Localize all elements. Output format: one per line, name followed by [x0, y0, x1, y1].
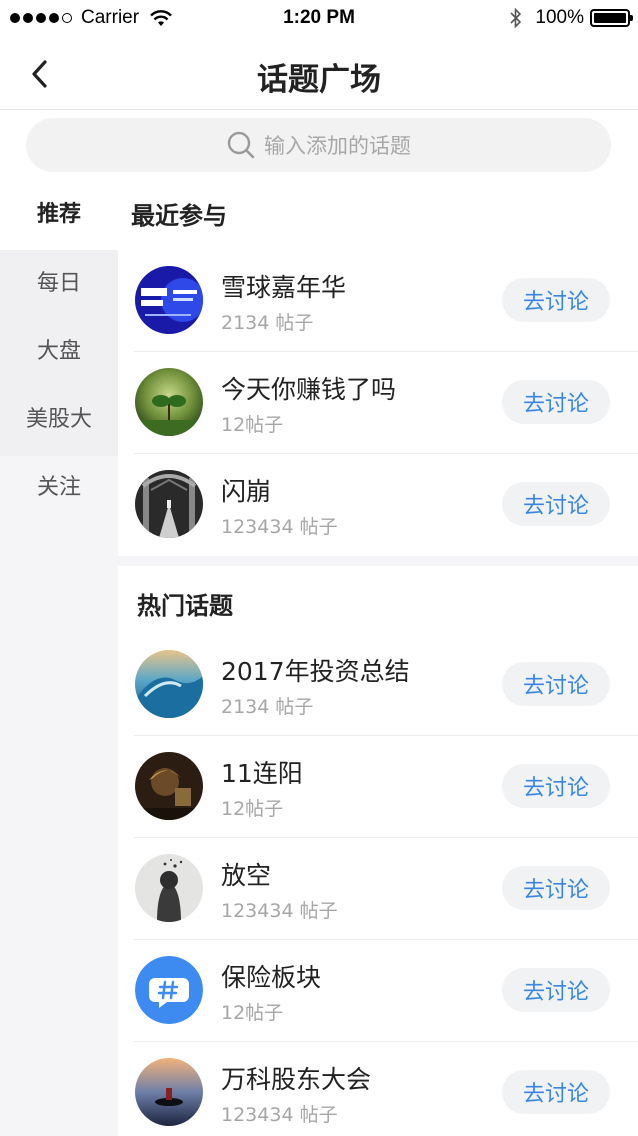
discuss-button[interactable]: 去讨论	[502, 968, 610, 1012]
page-title: 话题广场	[257, 62, 381, 98]
topic-title: 2017年投资总结	[221, 657, 410, 686]
discuss-button[interactable]: 去讨论	[502, 482, 610, 526]
section-divider	[118, 556, 638, 566]
discuss-button[interactable]: 去讨论	[502, 764, 610, 808]
topic-avatar	[135, 470, 203, 538]
topic-post-count: 123434 帖子	[221, 1104, 338, 1126]
topic-post-count: 12帖子	[221, 798, 284, 820]
topic-list: 最近参与 雪球嘉年华 2134 帖子 去讨论 今天你赚钱了吗 12帖子 去讨论 …	[118, 186, 638, 1136]
section-title-hot: 热门话题	[137, 592, 233, 620]
topic-title: 万科股东大会	[221, 1065, 372, 1094]
sidebar-item-us-stocks[interactable]: 美股大	[0, 388, 118, 452]
section-title-recent: 最近参与	[131, 202, 227, 230]
topic-row[interactable]: 放空 123434 帖子 去讨论	[118, 838, 638, 940]
topic-title: 保险板块	[221, 963, 322, 992]
topic-row[interactable]: 保险板块 12帖子 去讨论	[118, 940, 638, 1042]
battery-percent: 100%	[535, 7, 584, 28]
sidebar-item-follow[interactable]: 关注	[0, 456, 118, 520]
topic-row[interactable]: 11连阳 12帖子 去讨论	[118, 736, 638, 838]
topic-avatar	[135, 1058, 203, 1126]
topic-post-count: 123434 帖子	[221, 516, 338, 538]
bluetooth-icon	[510, 7, 522, 29]
discuss-button[interactable]: 去讨论	[502, 1070, 610, 1114]
status-bar: Carrier 1:20 PM 100%	[0, 0, 638, 38]
sidebar-item-market[interactable]: 大盘	[0, 320, 118, 384]
nav-bar: 话题广场	[0, 38, 638, 110]
topic-title: 放空	[221, 861, 272, 890]
topic-title: 11连阳	[221, 759, 303, 788]
topic-avatar	[135, 368, 203, 436]
topic-avatar	[135, 752, 203, 820]
topic-title: 今天你赚钱了吗	[221, 375, 397, 404]
topic-post-count: 2134 帖子	[221, 696, 314, 718]
discuss-button[interactable]: 去讨论	[502, 278, 610, 322]
topic-avatar	[135, 266, 203, 334]
topic-row[interactable]: 万科股东大会 123434 帖子 去讨论	[118, 1042, 638, 1136]
discuss-button[interactable]: 去讨论	[502, 380, 610, 424]
search-input[interactable]: 输入添加的话题	[26, 118, 611, 172]
hashtag-icon	[135, 956, 203, 1024]
discuss-button[interactable]: 去讨论	[502, 662, 610, 706]
search-placeholder: 输入添加的话题	[264, 134, 411, 158]
discuss-button[interactable]: 去讨论	[502, 866, 610, 910]
topic-row[interactable]: 雪球嘉年华 2134 帖子 去讨论	[118, 250, 638, 352]
sidebar-item-daily[interactable]: 每日	[0, 252, 118, 316]
topic-row[interactable]: 今天你赚钱了吗 12帖子 去讨论	[118, 352, 638, 454]
battery-icon	[590, 9, 633, 27]
topic-post-count: 12帖子	[221, 414, 284, 436]
topic-avatar	[135, 854, 203, 922]
topic-post-count: 123434 帖子	[221, 900, 338, 922]
topic-avatar	[135, 650, 203, 718]
search-icon	[227, 131, 255, 159]
topic-post-count: 2134 帖子	[221, 312, 314, 334]
topic-row[interactable]: 2017年投资总结 2134 帖子 去讨论	[118, 634, 638, 736]
topic-title: 雪球嘉年华	[221, 273, 347, 302]
topic-title: 闪崩	[221, 477, 272, 506]
sidebar-item-recommend[interactable]: 推荐	[0, 186, 118, 250]
battery-area: 100%	[509, 7, 633, 29]
topic-row[interactable]: 闪崩 123434 帖子 去讨论	[118, 454, 638, 556]
topic-post-count: 12帖子	[221, 1002, 284, 1024]
category-sidebar: 推荐 每日 大盘 美股大 关注	[0, 186, 118, 1136]
